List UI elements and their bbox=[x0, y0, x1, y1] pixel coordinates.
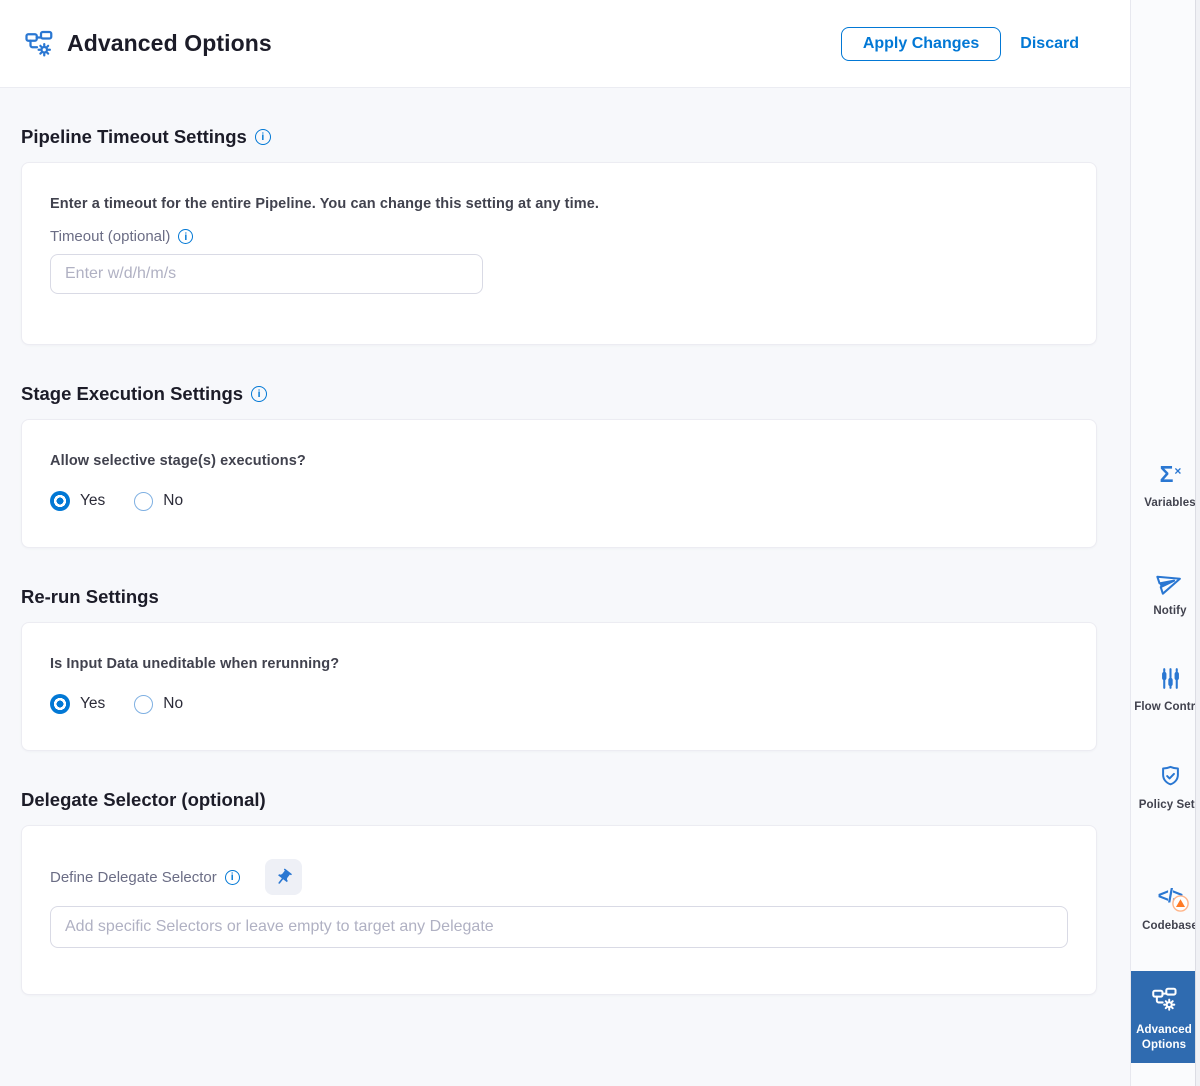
delegate-heading-row: Delegate Selector (optional) bbox=[21, 789, 1097, 811]
timeout-field-label: Timeout (optional) bbox=[50, 228, 170, 245]
stage-execution-heading: Stage Execution Settings bbox=[21, 383, 243, 405]
pin-icon bbox=[270, 864, 297, 891]
stage-execution-card: Allow selective stage(s) executions? Yes… bbox=[21, 419, 1097, 548]
timeout-input[interactable] bbox=[50, 254, 483, 294]
radio-label: Yes bbox=[80, 695, 105, 713]
settings-content: Pipeline Timeout Settings Enter a timeou… bbox=[0, 88, 1131, 1086]
delegate-heading: Delegate Selector (optional) bbox=[21, 789, 266, 811]
sigma-x-icon: Σ× bbox=[1131, 459, 1195, 489]
code-warning-icon: </> bbox=[1131, 882, 1195, 912]
pipeline-timeout-heading: Pipeline Timeout Settings bbox=[21, 126, 247, 148]
rail-item-label: Policy Sets bbox=[1131, 798, 1195, 813]
delegate-card: Define Delegate Selector bbox=[21, 825, 1097, 995]
info-icon[interactable] bbox=[255, 129, 271, 145]
radio-selected-icon[interactable] bbox=[50, 694, 70, 714]
rail-item-label: Flow Control bbox=[1131, 700, 1195, 715]
timeout-description: Enter a timeout for the entire Pipeline.… bbox=[50, 196, 1068, 212]
stage-execution-yes-option[interactable]: Yes bbox=[50, 491, 105, 511]
info-icon[interactable] bbox=[178, 229, 193, 244]
delegate-selector-input[interactable] bbox=[50, 906, 1068, 948]
rail-item-label: Notify bbox=[1131, 604, 1195, 619]
stage-execution-no-option[interactable]: No bbox=[134, 492, 183, 511]
discard-button[interactable]: Discard bbox=[1020, 35, 1079, 53]
rerun-no-option[interactable]: No bbox=[134, 695, 183, 714]
delegate-field-label: Define Delegate Selector bbox=[50, 869, 217, 886]
stage-execution-heading-row: Stage Execution Settings bbox=[21, 383, 1097, 405]
right-rail: Σ× Variables Notify Flow Control bbox=[1130, 0, 1195, 1086]
rerun-question: Is Input Data uneditable when rerunning? bbox=[50, 656, 1068, 672]
pipeline-timeout-card: Enter a timeout for the entire Pipeline.… bbox=[21, 162, 1097, 345]
rail-item-advanced-options[interactable]: Advanced Options bbox=[1131, 971, 1195, 1063]
page-header: Advanced Options Apply Changes Discard bbox=[0, 0, 1131, 88]
radio-selected-icon[interactable] bbox=[50, 491, 70, 511]
rerun-radio-group: Yes No bbox=[50, 694, 1068, 720]
radio-unselected-icon[interactable] bbox=[134, 695, 153, 714]
rerun-card: Is Input Data uneditable when rerunning?… bbox=[21, 622, 1097, 751]
rerun-heading: Re-run Settings bbox=[21, 586, 159, 608]
flowchart-gear-icon bbox=[24, 29, 54, 59]
paper-plane-icon bbox=[1131, 567, 1195, 597]
delegate-label-row: Define Delegate Selector bbox=[50, 859, 1068, 895]
info-icon[interactable] bbox=[225, 870, 240, 885]
right-edge-strip bbox=[1195, 0, 1200, 1086]
rail-item-policy-sets[interactable]: Policy Sets bbox=[1131, 761, 1195, 813]
rail-item-label: Variables bbox=[1131, 496, 1195, 511]
apply-changes-button[interactable]: Apply Changes bbox=[841, 27, 1001, 61]
rail-item-label: Codebase bbox=[1131, 919, 1195, 934]
radio-label: No bbox=[163, 492, 183, 510]
header-actions: Apply Changes Discard bbox=[841, 27, 1107, 61]
pin-button[interactable] bbox=[265, 859, 302, 895]
stage-execution-radio-group: Yes No bbox=[50, 491, 1068, 517]
page-title: Advanced Options bbox=[67, 30, 272, 57]
info-icon[interactable] bbox=[251, 386, 267, 402]
rail-item-label: Advanced Options bbox=[1131, 1023, 1195, 1053]
timeout-label-row: Timeout (optional) bbox=[50, 228, 1068, 245]
shield-check-icon bbox=[1131, 761, 1195, 791]
pipeline-timeout-heading-row: Pipeline Timeout Settings bbox=[21, 126, 1097, 148]
rail-item-variables[interactable]: Σ× Variables bbox=[1131, 459, 1195, 511]
advanced-options-page: Advanced Options Apply Changes Discard P… bbox=[0, 0, 1200, 1086]
radio-unselected-icon[interactable] bbox=[134, 492, 153, 511]
rail-item-flow-control[interactable]: Flow Control bbox=[1131, 663, 1195, 715]
flowchart-gear-icon bbox=[1131, 984, 1195, 1014]
rail-item-notify[interactable]: Notify bbox=[1131, 567, 1195, 619]
rerun-heading-row: Re-run Settings bbox=[21, 586, 1097, 608]
sliders-icon bbox=[1131, 663, 1195, 693]
radio-label: No bbox=[163, 695, 183, 713]
stage-execution-question: Allow selective stage(s) executions? bbox=[50, 453, 1068, 469]
radio-label: Yes bbox=[80, 492, 105, 510]
rail-item-codebase[interactable]: </> Codebase bbox=[1131, 882, 1195, 934]
rerun-yes-option[interactable]: Yes bbox=[50, 694, 105, 714]
